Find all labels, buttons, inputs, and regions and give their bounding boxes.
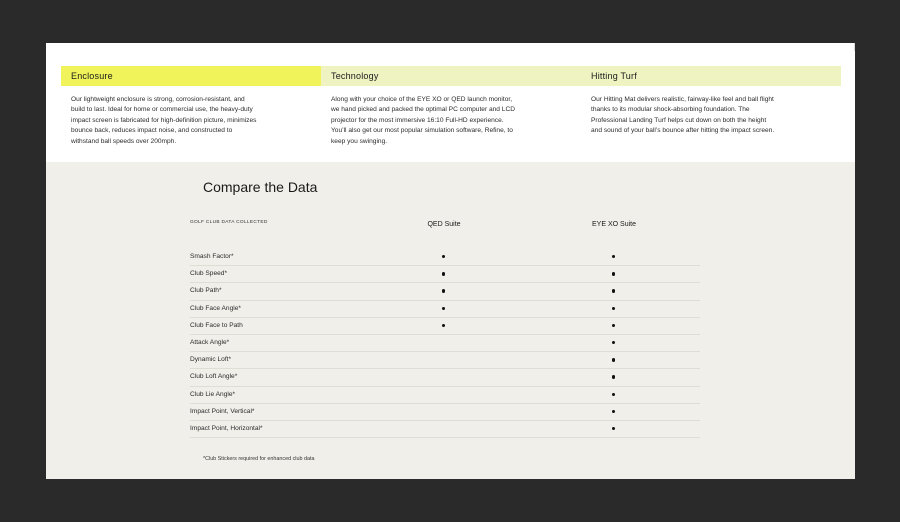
table-row: Impact Point, Horizontal*	[190, 421, 700, 439]
enclosure-description: Our lightweight enclosure is strong, cor…	[71, 96, 257, 145]
qed-check-dot-icon	[442, 255, 446, 259]
row-label: Club Path*	[190, 287, 222, 295]
footnote: *Club Stickers required for enhanced clu…	[203, 456, 315, 462]
table-row: Impact Point, Vertical*	[190, 404, 700, 421]
row-label: Dynamic Loft*	[190, 356, 232, 364]
feature-tabs: Enclosure Technology Hitting Turf	[61, 66, 841, 86]
row-label: Club Face Angle*	[190, 304, 241, 312]
tab-technology[interactable]: Technology	[321, 66, 581, 86]
eye-xo-check-dot-icon	[612, 289, 616, 293]
eye-xo-check-dot-icon	[612, 392, 616, 396]
eye-xo-check-dot-icon	[612, 409, 616, 414]
row-label: Club Speed*	[190, 270, 228, 278]
eye-xo-check-dot-icon	[612, 255, 616, 259]
qed-check-dot-icon	[442, 306, 446, 310]
tab-enclosure[interactable]: Enclosure	[61, 66, 321, 86]
hitting-turf-description: Our Hitting Mat delivers realistic, fair…	[591, 96, 775, 135]
compare-table: Smash Factor* Club Speed* Club Path* Club F…	[190, 249, 700, 439]
product-card: Enclosure Technology Hitting Turf Our li…	[46, 43, 855, 479]
qed-check-dot-icon	[442, 272, 446, 276]
row-label: Club Face to Path	[190, 321, 243, 329]
compare-section: Compare the Data GOLF CLUB DATA COLLECTE…	[46, 162, 855, 479]
row-label: Smash Factor*	[190, 253, 234, 260]
table-row: Club Loft Angle*	[190, 369, 700, 387]
tab-hitting-turf[interactable]: Hitting Turf	[581, 66, 841, 86]
qed-check-dot-icon	[442, 323, 446, 328]
column-header-eye-xo: EYE XO Suite	[592, 221, 636, 228]
row-label: Attack Angle*	[190, 338, 230, 346]
row-label: Impact Point, Horizontal*	[190, 424, 263, 432]
column-caption: GOLF CLUB DATA COLLECTED	[190, 220, 268, 225]
eye-xo-check-dot-icon	[612, 306, 616, 310]
row-label: Club Loft Angle*	[190, 373, 238, 381]
qed-check-dot-icon	[442, 289, 446, 293]
table-row: Club Face Angle*	[190, 301, 700, 318]
eye-xo-check-dot-icon	[612, 340, 616, 345]
eye-xo-check-dot-icon	[612, 272, 616, 276]
tab-descriptions: Our lightweight enclosure is strong, cor…	[61, 95, 841, 147]
technology-description: Along with your choice of the EYE XO or …	[331, 96, 516, 145]
table-row: Club Speed*	[190, 266, 700, 284]
eye-xo-check-dot-icon	[612, 426, 616, 431]
eye-xo-check-dot-icon	[612, 323, 616, 328]
table-row: Smash Factor*	[190, 249, 700, 267]
eye-xo-check-dot-icon	[612, 375, 616, 379]
table-row: Attack Angle*	[190, 335, 700, 353]
table-row: Club Lie Angle*	[190, 387, 700, 404]
table-row: Dynamic Loft*	[190, 352, 700, 370]
divider	[854, 43, 855, 51]
compare-title: Compare the Data	[203, 179, 318, 195]
eye-xo-check-dot-icon	[612, 358, 616, 362]
table-row: Club Face to Path	[190, 318, 700, 335]
row-label: Impact Point, Vertical*	[190, 407, 255, 415]
column-header-qed: QED Suite	[427, 221, 461, 228]
table-row: Club Path*	[190, 283, 700, 301]
row-label: Club Lie Angle*	[190, 390, 236, 398]
